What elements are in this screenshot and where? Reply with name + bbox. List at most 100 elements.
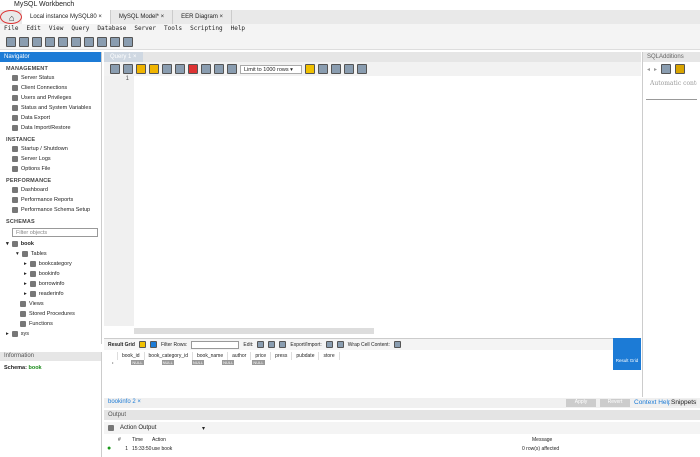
sql-text-area[interactable]: [134, 76, 641, 326]
menu-query[interactable]: Query: [71, 24, 89, 34]
create-function-icon[interactable]: [97, 37, 107, 47]
nav-users-privileges[interactable]: Users and Privileges: [0, 93, 101, 103]
apply-button[interactable]: Apply: [566, 399, 596, 407]
nav-server-status[interactable]: Server Status: [0, 73, 101, 83]
tables-node[interactable]: ▾ Tables: [0, 249, 101, 259]
table-bookinfo[interactable]: ▸ bookinfo: [0, 269, 101, 279]
tab-eer-diagram[interactable]: EER Diagram ×: [173, 10, 233, 24]
search-table-icon[interactable]: [110, 37, 120, 47]
column-header[interactable]: pubdate: [292, 352, 320, 360]
add-row-icon[interactable]: [268, 341, 276, 348]
back-icon[interactable]: ◂: [647, 66, 650, 73]
views-node[interactable]: Views: [0, 299, 101, 309]
table-readerinfo[interactable]: ▸ readerinfo: [0, 289, 101, 299]
column-header[interactable]: book_id: [118, 352, 145, 360]
nav-status-variables[interactable]: Status and System Variables: [0, 103, 101, 113]
table-bookcategory[interactable]: ▸ bookcategory: [0, 259, 101, 269]
create-procedure-icon[interactable]: [84, 37, 94, 47]
menu-scripting[interactable]: Scripting: [190, 24, 223, 34]
filter-objects-input[interactable]: Filter objects: [12, 228, 98, 237]
menu-tools[interactable]: Tools: [164, 24, 182, 34]
tab-bookinfo-2[interactable]: bookinfo 2 ×: [108, 399, 141, 405]
export-icon[interactable]: [325, 341, 333, 348]
nav-startup-shutdown[interactable]: Startup / Shutdown: [0, 144, 101, 154]
save-icon[interactable]: [123, 64, 133, 74]
create-table-icon[interactable]: [58, 37, 68, 47]
rollback-icon[interactable]: [214, 64, 224, 74]
table-borrowinfo[interactable]: ▸ borrowinfo: [0, 279, 101, 289]
import-icon[interactable]: [336, 341, 344, 348]
open-sql-script-icon[interactable]: [19, 37, 29, 47]
forward-icon[interactable]: ▸: [654, 66, 657, 73]
nav-dashboard[interactable]: Dashboard: [0, 185, 101, 195]
menu-help[interactable]: Help: [231, 24, 245, 34]
column-header[interactable]: author: [228, 352, 252, 360]
column-header[interactable]: book_name: [193, 352, 229, 360]
null-cell[interactable]: NULL: [191, 360, 205, 365]
delete-row-icon[interactable]: [279, 341, 287, 348]
column-header[interactable]: price: [251, 352, 272, 360]
filter-rows-input[interactable]: [191, 340, 240, 349]
result-grid-side-button[interactable]: Result Grid: [613, 338, 641, 370]
tab-mysql-model[interactable]: MySQL Model* ×: [111, 10, 174, 24]
column-header[interactable]: book_category_id: [145, 352, 193, 360]
edit-row-icon[interactable]: [257, 341, 265, 348]
toggle-continue-icon[interactable]: [188, 64, 198, 74]
wrap-cell-icon[interactable]: [393, 341, 401, 348]
result-row[interactable]: • NULL NULL NULL NULL NULL: [108, 360, 641, 365]
tab-context-help[interactable]: Context Help: [634, 399, 672, 406]
null-cell[interactable]: NULL: [131, 360, 144, 365]
schema-book[interactable]: ▾ book: [0, 239, 101, 249]
find-icon[interactable]: [331, 64, 341, 74]
nav-performance-schema[interactable]: Performance Schema Setup: [0, 205, 101, 215]
action-output-select[interactable]: Action Output ▾: [120, 425, 205, 432]
column-header[interactable]: store: [319, 352, 340, 360]
invisible-chars-icon[interactable]: [344, 64, 354, 74]
nav-data-import[interactable]: Data Import/Restore: [0, 123, 101, 133]
refresh-icon[interactable]: [149, 341, 157, 348]
execute-current-icon[interactable]: [149, 64, 159, 74]
column-header[interactable]: press: [271, 352, 293, 360]
grid-icon[interactable]: [138, 341, 146, 348]
menu-database[interactable]: Database: [97, 24, 126, 34]
wrap-icon[interactable]: [357, 64, 367, 74]
procedures-node[interactable]: Stored Procedures: [0, 309, 101, 319]
nav-server-logs[interactable]: Server Logs: [0, 154, 101, 164]
beautify-icon[interactable]: [318, 64, 328, 74]
menu-view[interactable]: View: [49, 24, 63, 34]
output-row[interactable]: ● 1 15:33:50 use book 0 row(s) affected: [104, 444, 700, 453]
explain-icon[interactable]: [162, 64, 172, 74]
schema-sys[interactable]: ▸ sys: [0, 329, 101, 339]
inspector-icon[interactable]: [32, 37, 42, 47]
home-tab[interactable]: ⌂: [0, 10, 22, 24]
menu-edit[interactable]: Edit: [26, 24, 40, 34]
new-sql-tab-icon[interactable]: [6, 37, 16, 47]
open-file-icon[interactable]: [110, 64, 120, 74]
bookmark-icon[interactable]: [305, 64, 315, 74]
limit-rows-select[interactable]: Limit to 1000 rows ▾: [240, 64, 302, 74]
null-cell[interactable]: NULL: [161, 360, 174, 365]
revert-button[interactable]: Revert: [600, 399, 630, 407]
auto-help-icon[interactable]: [661, 64, 672, 74]
autocommit-icon[interactable]: [227, 64, 237, 74]
functions-node[interactable]: Functions: [0, 319, 101, 329]
nav-performance-reports[interactable]: Performance Reports: [0, 195, 101, 205]
horizontal-scrollbar[interactable]: [134, 328, 374, 334]
menu-file[interactable]: File: [4, 24, 18, 34]
reconnect-icon[interactable]: [123, 37, 133, 47]
nav-client-connections[interactable]: Client Connections: [0, 83, 101, 93]
nav-options-file[interactable]: Options File: [0, 164, 101, 174]
null-cell[interactable]: NULL: [252, 360, 265, 365]
create-view-icon[interactable]: [71, 37, 81, 47]
tab-local-instance[interactable]: Local instance MySQL80 ×: [22, 10, 111, 24]
execute-icon[interactable]: [136, 64, 146, 74]
tab-query-1[interactable]: Query 1 ×: [104, 52, 143, 62]
stop-icon[interactable]: [175, 64, 185, 74]
commit-icon[interactable]: [201, 64, 211, 74]
menu-server[interactable]: Server: [134, 24, 156, 34]
create-schema-icon[interactable]: [45, 37, 55, 47]
null-cell[interactable]: NULL: [222, 360, 235, 365]
nav-data-export[interactable]: Data Export: [0, 113, 101, 123]
manual-help-icon[interactable]: [675, 64, 686, 74]
copy-icon[interactable]: [108, 425, 114, 431]
